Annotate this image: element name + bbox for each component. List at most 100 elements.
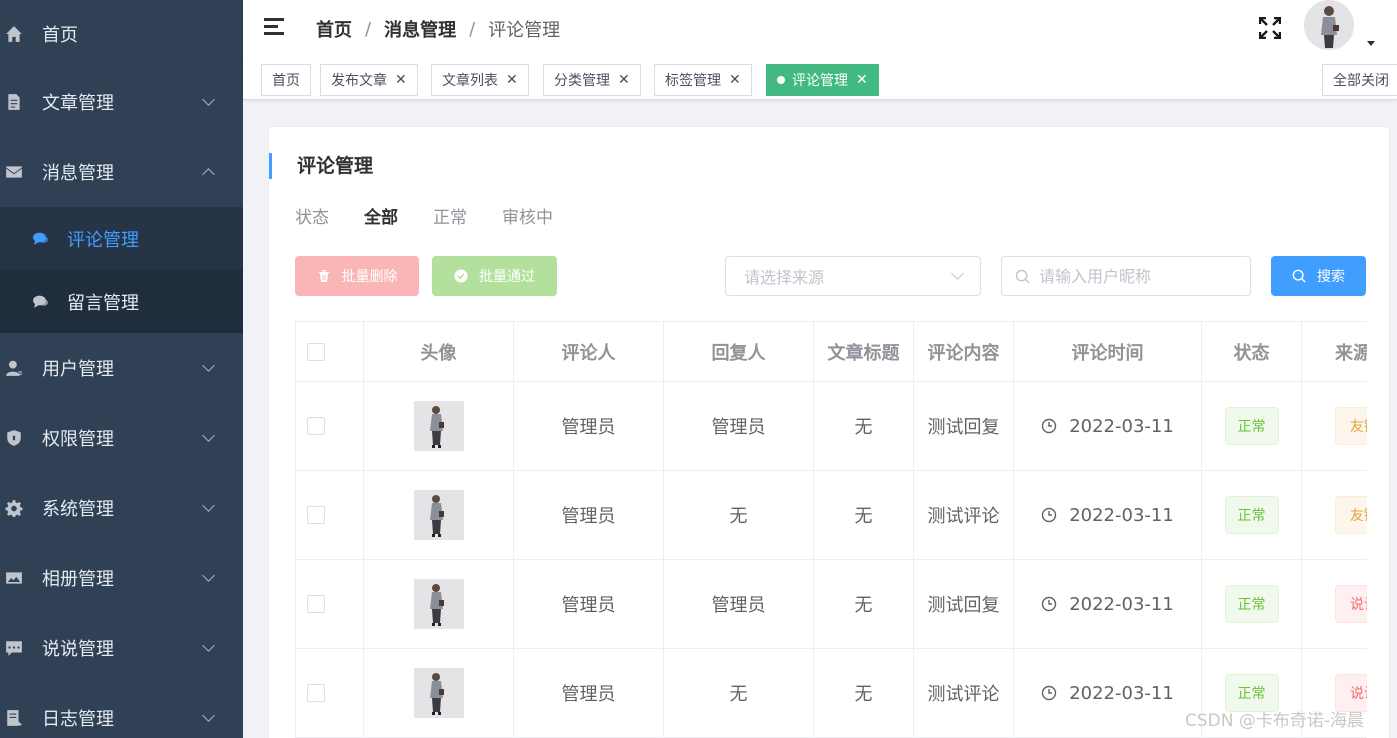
chevron-down-icon	[202, 429, 215, 442]
time-text: 2022-03-11	[1069, 415, 1174, 437]
status-tab-reviewing[interactable]: 审核中	[502, 203, 553, 228]
sidebar-item-albums[interactable]: 相册管理	[0, 543, 243, 613]
breadcrumb: 首页 / 消息管理 / 评论管理	[316, 16, 560, 42]
tag-comments[interactable]: 评论管理 ✕	[766, 64, 879, 96]
column-header: 回复人	[664, 322, 814, 381]
sidebar-item-home[interactable]: 首页	[0, 0, 243, 67]
hamburger-icon[interactable]	[264, 18, 284, 35]
time-cell: 2022-03-11	[1014, 471, 1202, 559]
column-header: 评论内容	[914, 322, 1014, 381]
tag-home[interactable]: 首页	[261, 64, 311, 96]
avatar[interactable]	[1304, 0, 1354, 50]
time-cell: 2022-03-11	[1014, 560, 1202, 648]
row-checkbox[interactable]	[307, 506, 325, 524]
column-header: 文章标题	[814, 322, 914, 381]
search-input[interactable]	[1039, 266, 1239, 286]
avatar	[413, 401, 464, 451]
content-cell: 测试回复	[914, 560, 1014, 648]
chevron-down-icon	[202, 639, 215, 652]
sidebar-item-comments[interactable]: 评论管理	[0, 207, 243, 270]
avatar	[413, 490, 464, 540]
content-cell: 测试回复	[914, 382, 1014, 470]
content-cell: 测试评论	[914, 471, 1014, 559]
sidebar-item-talks[interactable]: 说说管理	[0, 613, 243, 683]
sidebar-item-label: 权限管理	[42, 429, 114, 450]
status-filter: 状态 全部 正常 审核中	[295, 203, 588, 228]
shield-icon	[5, 429, 23, 447]
source-select[interactable]: 请选择来源	[725, 256, 981, 296]
close-all-button[interactable]: 全部关闭	[1322, 64, 1397, 96]
sidebar-item-guestbook[interactable]: 留言管理	[0, 270, 243, 333]
clock-icon	[1041, 507, 1057, 523]
chevron-down-icon	[202, 93, 215, 106]
sidebar-item-label: 文章管理	[42, 93, 114, 114]
source-cell: 友链	[1302, 471, 1367, 559]
article-title-cell: 无	[814, 471, 914, 559]
column-header: 来源	[1302, 322, 1367, 381]
tag-tags[interactable]: 标签管理 ✕	[654, 64, 752, 96]
tag-article-list[interactable]: 文章列表 ✕	[431, 64, 529, 96]
tag-label: 发布文章	[331, 73, 387, 89]
status-tab-normal[interactable]: 正常	[433, 203, 467, 228]
sidebar-item-articles[interactable]: 文章管理	[0, 67, 243, 137]
close-icon[interactable]: ✕	[618, 72, 630, 88]
avatar-cell	[364, 560, 514, 648]
watermark: CSDN @卡布奇诺-海晨	[1185, 711, 1365, 731]
tag-category[interactable]: 分类管理 ✕	[543, 64, 641, 96]
reply-to-cell: 管理员	[664, 382, 814, 470]
time-cell: 2022-03-11	[1014, 382, 1202, 470]
source-cell: 友链	[1302, 382, 1367, 470]
close-icon[interactable]: ✕	[506, 72, 518, 88]
sidebar-item-users[interactable]: 用户管理	[0, 333, 243, 403]
source-badge: 说说	[1335, 585, 1367, 623]
article-title-cell: 无	[814, 560, 914, 648]
status-label: 状态	[295, 208, 329, 228]
close-icon[interactable]: ✕	[856, 72, 868, 88]
search-button[interactable]: 搜索	[1271, 256, 1366, 296]
tag-publish-article[interactable]: 发布文章 ✕	[320, 64, 418, 96]
caret-down-icon[interactable]	[1367, 41, 1375, 46]
close-icon[interactable]: ✕	[395, 72, 407, 88]
breadcrumb-item[interactable]: 首页	[316, 16, 352, 42]
select-all-checkbox[interactable]	[307, 342, 325, 361]
breadcrumb-item[interactable]: 消息管理	[384, 16, 456, 42]
time-text: 2022-03-11	[1069, 504, 1174, 526]
sidebar-item-permissions[interactable]: 权限管理	[0, 403, 243, 473]
row-checkbox[interactable]	[307, 417, 325, 435]
clock-icon	[1041, 596, 1057, 612]
sidebar-item-logs[interactable]: 日志管理	[0, 683, 243, 738]
mail-icon	[5, 163, 23, 181]
log-icon	[5, 709, 23, 727]
commenter-cell: 管理员	[514, 649, 664, 737]
page-title: 评论管理	[269, 153, 373, 179]
fullscreen-icon[interactable]	[1258, 16, 1282, 40]
batch-pass-button[interactable]: 批量通过	[432, 256, 557, 296]
tag-label: 分类管理	[554, 73, 610, 89]
nickname-search[interactable]	[1001, 256, 1251, 296]
avatar-cell	[364, 471, 514, 559]
sidebar-item-label: 日志管理	[42, 709, 114, 730]
sidebar-item-label: 系统管理	[42, 499, 114, 520]
status-tab-all[interactable]: 全部	[364, 203, 398, 228]
chat-icon	[31, 293, 49, 311]
source-select-placeholder: 请选择来源	[744, 268, 825, 287]
check-circle-icon	[454, 269, 468, 283]
row-checkbox-cell	[296, 382, 364, 470]
time-text: 2022-03-11	[1069, 593, 1174, 615]
sidebar-item-messages[interactable]: 消息管理	[0, 137, 243, 207]
header-checkbox-cell	[296, 322, 364, 381]
row-checkbox[interactable]	[307, 595, 325, 613]
source-badge: 友链	[1335, 407, 1367, 445]
close-icon[interactable]: ✕	[729, 72, 741, 88]
sidebar-item-system[interactable]: 系统管理	[0, 473, 243, 543]
time-cell: 2022-03-11	[1014, 649, 1202, 737]
reply-to-cell: 无	[664, 649, 814, 737]
batch-pass-label: 批量通过	[479, 269, 535, 285]
column-header: 评论时间	[1014, 322, 1202, 381]
chevron-down-icon	[202, 569, 215, 582]
commenter-cell: 管理员	[514, 560, 664, 648]
document-icon	[5, 93, 23, 111]
row-checkbox[interactable]	[307, 684, 325, 702]
batch-delete-button[interactable]: 批量删除	[295, 256, 419, 296]
tags-view: 首页 发布文章 ✕ 文章列表 ✕ 分类管理 ✕ 标签管理 ✕ 评论管理 ✕ 全部…	[243, 57, 1397, 100]
